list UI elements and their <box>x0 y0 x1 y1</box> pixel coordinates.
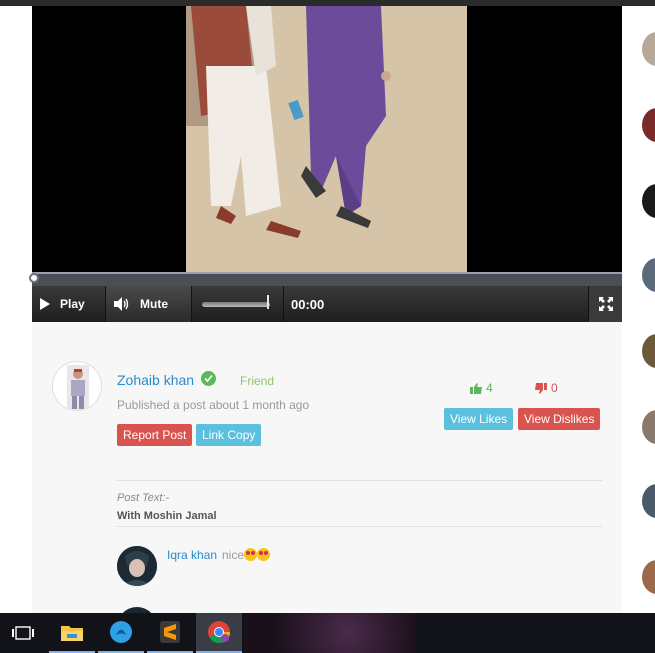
post-body: Zohaib khan Friend Published a post abou… <box>32 322 622 627</box>
task-view-icon[interactable] <box>0 613 46 653</box>
fullscreen-button[interactable] <box>588 286 622 322</box>
rail-avatar[interactable] <box>642 560 655 594</box>
sublime-text-icon[interactable] <box>147 613 193 653</box>
comment-avatar[interactable] <box>117 546 157 586</box>
verified-icon <box>201 371 216 386</box>
file-explorer-icon[interactable] <box>49 613 95 653</box>
post-text-label: Post Text:- <box>117 492 170 504</box>
rail-avatar[interactable] <box>642 484 655 518</box>
like-button[interactable]: 4 <box>470 381 493 395</box>
post-published-time: Published a post about 1 month ago <box>117 398 310 412</box>
right-rail <box>622 6 655 613</box>
play-label: Play <box>60 297 85 311</box>
taskbar-wallpaper <box>245 613 415 653</box>
video-player[interactable] <box>32 6 622 272</box>
chrome-icon[interactable] <box>196 613 242 653</box>
comment-text: nice <box>222 548 271 562</box>
fullscreen-icon <box>598 297 613 311</box>
left-gutter <box>0 6 32 613</box>
mute-label: Mute <box>140 297 168 311</box>
video-still-image <box>186 6 467 272</box>
thumbs-up-icon <box>470 382 482 394</box>
rail-avatar[interactable] <box>642 258 655 292</box>
view-dislikes-button[interactable]: View Dislikes <box>518 408 601 430</box>
app-blue-icon[interactable] <box>98 613 144 653</box>
rail-avatar[interactable] <box>642 184 655 218</box>
play-icon <box>40 298 50 310</box>
video-progress-knob[interactable] <box>29 273 39 283</box>
rail-avatar[interactable] <box>642 334 655 368</box>
like-count: 4 <box>486 381 493 395</box>
comment-text-value: nice <box>222 548 245 562</box>
heart-eyes-emoji-icon <box>244 548 258 561</box>
view-likes-button[interactable]: View Likes <box>444 408 514 430</box>
author-avatar[interactable] <box>52 361 102 411</box>
video-frame[interactable] <box>186 6 467 272</box>
friend-badge: Friend <box>240 374 275 388</box>
volume-track[interactable] <box>202 302 270 307</box>
comment-author-photo <box>117 546 157 586</box>
divider <box>117 480 602 481</box>
post-author-name[interactable]: Zohaib khan <box>117 372 194 388</box>
link-copy-button[interactable]: Link Copy <box>196 424 262 446</box>
video-time: 00:00 <box>291 297 325 312</box>
taskbar <box>0 613 655 653</box>
post-text: With Moshin Jamal <box>117 510 217 522</box>
thumbs-down-icon <box>535 382 547 394</box>
video-controls: Play Mute 00:00 <box>32 286 622 322</box>
author-photo <box>53 362 101 410</box>
rail-avatar[interactable] <box>642 108 655 142</box>
post-card: Play Mute 00:00 Zohaib khan Friend Publi… <box>29 6 622 627</box>
rail-avatar[interactable] <box>642 32 655 66</box>
play-button[interactable]: Play <box>32 286 106 322</box>
rail-avatar[interactable] <box>642 410 655 444</box>
volume-knob[interactable] <box>267 295 269 309</box>
volume-slider[interactable] <box>192 286 284 322</box>
mute-button[interactable]: Mute <box>106 286 192 322</box>
heart-eyes-emoji-icon <box>257 548 271 561</box>
divider <box>117 526 602 527</box>
dislike-button[interactable]: 0 <box>535 381 558 395</box>
dislike-count: 0 <box>551 381 558 395</box>
report-post-button[interactable]: Report Post <box>117 424 193 446</box>
speaker-icon <box>114 297 129 311</box>
video-progress-bar[interactable] <box>29 272 622 286</box>
comment-author-name[interactable]: Iqra khan <box>167 548 217 562</box>
